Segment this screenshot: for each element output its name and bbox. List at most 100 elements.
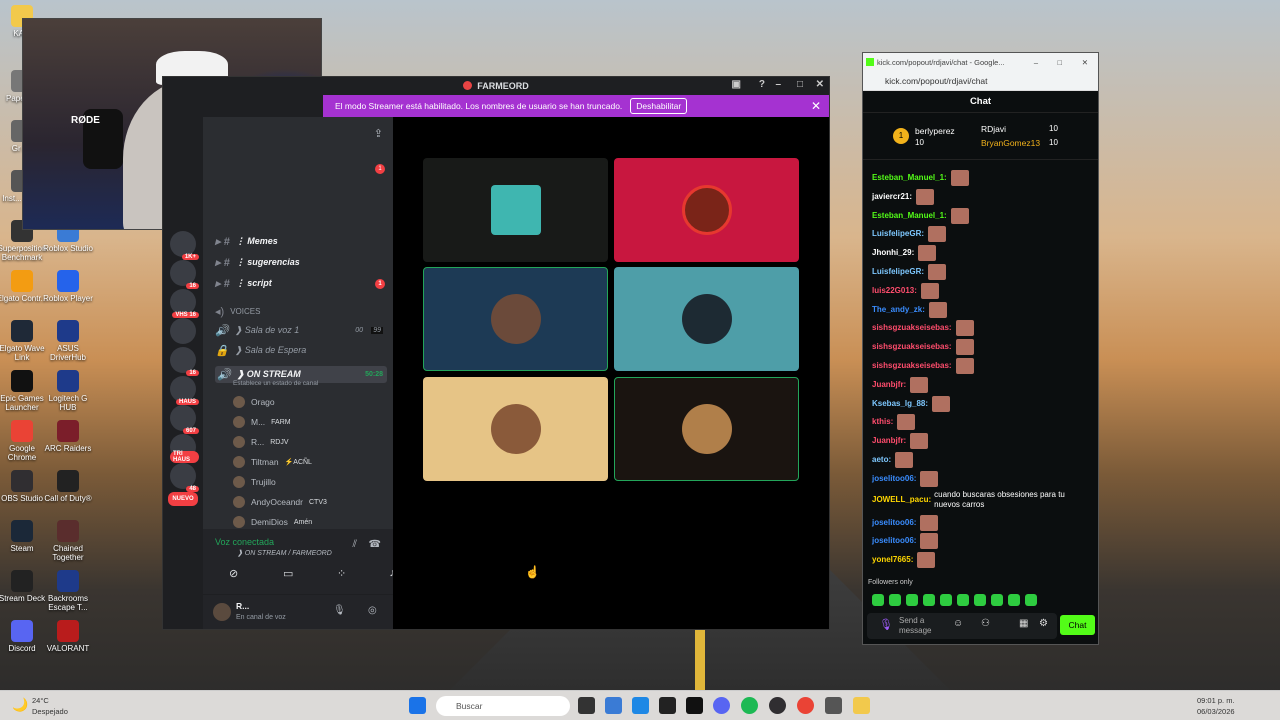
voice-user[interactable]: Tiltman ⚡ACÑL — [233, 456, 312, 468]
emote-icon[interactable] — [974, 594, 986, 606]
server-icon[interactable]: NUEVO — [168, 492, 198, 506]
store-icon[interactable]: ▦ — [1019, 618, 1028, 629]
close-button[interactable]: ✕ — [1082, 58, 1088, 67]
desktop-icon[interactable]: Stream Deck — [0, 570, 48, 603]
participant-tile-speaking[interactable] — [423, 267, 608, 371]
chat-username[interactable]: Jhonhi_29: — [872, 248, 914, 258]
desktop-icon[interactable]: ASUS DriverHub — [42, 320, 94, 362]
desktop-icon[interactable]: Elgato Contr... — [0, 270, 48, 303]
chat-username[interactable]: joselitoo06: — [872, 474, 916, 484]
server-icon[interactable]: TRI HAUS — [170, 434, 199, 463]
chat-username[interactable]: Juanbjfr: — [872, 436, 906, 446]
chat-input[interactable]: 🎙 Send a message ☺ ⚇ ▦ ⚙ — [867, 613, 1057, 639]
server-icon[interactable]: VHS 16 — [170, 289, 199, 318]
emote-icon[interactable] — [957, 594, 969, 606]
maximize-button[interactable]: □ — [1057, 58, 1062, 67]
chat-username[interactable]: Esteban_Manuel_1: — [872, 173, 947, 183]
emote-icon[interactable] — [1025, 594, 1037, 606]
chat-username[interactable]: Ksebas_lg_88: — [872, 399, 928, 409]
channel-sugerencias[interactable]: ▸ # ⋮ sugerencias — [215, 256, 387, 269]
chat-username[interactable]: LuisfelipeGR: — [872, 267, 924, 277]
voice-user[interactable]: Trujillo — [233, 476, 282, 488]
emote-icon[interactable] — [1008, 594, 1020, 606]
chat-username[interactable]: The_andy_zk: — [872, 305, 925, 315]
voice-user[interactable]: R... RDJV — [233, 436, 289, 448]
channel-status-hint[interactable]: Establece un estado de canal — [233, 380, 405, 387]
users-icon[interactable]: ⚇ — [981, 618, 990, 629]
emote-icon[interactable] — [906, 594, 918, 606]
headphones-icon[interactable]: ◎ — [368, 605, 377, 616]
taskbar-search[interactable]: Buscar — [436, 696, 570, 716]
store-icon[interactable] — [632, 697, 649, 714]
participant-tile[interactable] — [423, 158, 608, 262]
desktop-icon[interactable]: OBS Studio — [0, 470, 48, 503]
desktop-icon[interactable]: Backrooms Escape T... — [42, 570, 94, 612]
chat-username[interactable]: sishsgzuakseisebas: — [872, 323, 952, 333]
inbox-icon[interactable]: ▣ — [732, 79, 741, 90]
chat-username[interactable]: sishsgzuakseisebas: — [872, 361, 952, 371]
server-icon[interactable]: 607 — [170, 405, 199, 434]
copilot-icon[interactable] — [605, 697, 622, 714]
server-icon[interactable] — [170, 318, 196, 344]
start-button[interactable] — [409, 697, 426, 714]
participant-tile[interactable] — [423, 377, 608, 481]
desktop-icon[interactable]: Elgato Wave Link — [0, 320, 48, 362]
chat-username[interactable]: Juanbjfr: — [872, 380, 906, 390]
category-voices[interactable]: ◂) VOICES — [215, 305, 387, 318]
emote-icon[interactable] — [940, 594, 952, 606]
desktop-icon[interactable]: Epic Games Launcher — [0, 370, 48, 412]
app-icon[interactable] — [686, 697, 703, 714]
chat-username[interactable]: sishsgzuakseisebas: — [872, 342, 952, 352]
maximize-button[interactable]: □ — [797, 79, 803, 90]
desktop-icon[interactable]: Roblox Player — [42, 270, 94, 303]
obs-icon[interactable] — [769, 697, 786, 714]
emote-icon[interactable] — [872, 594, 884, 606]
chat-username[interactable]: kthis: — [872, 417, 893, 427]
desktop-icon[interactable]: Logitech G HUB — [42, 370, 94, 412]
chat-username[interactable]: JOWELL_pacu: — [872, 495, 931, 505]
send-chat-button[interactable]: Chat — [1060, 615, 1095, 635]
activities-icon[interactable]: ⁘ — [337, 567, 346, 580]
spotify-icon[interactable] — [741, 697, 758, 714]
chrome-icon[interactable] — [797, 697, 814, 714]
avatar[interactable] — [213, 603, 231, 621]
file-explorer-icon[interactable] — [853, 697, 870, 714]
noise-suppression-icon[interactable]: ⫽ — [353, 539, 357, 550]
clock-time[interactable]: 09:01 p. m. — [1197, 696, 1235, 705]
emote-icon[interactable] — [923, 594, 935, 606]
settings-icon[interactable]: ⚙ — [1039, 618, 1048, 629]
microphone-icon[interactable]: 🎙 — [333, 605, 346, 616]
server-icon[interactable]: 16 — [170, 260, 199, 289]
add-member-icon[interactable]: ⇪ — [374, 127, 383, 140]
chat-username[interactable]: javiercr21: — [872, 192, 912, 202]
emote-icon[interactable] — [991, 594, 1003, 606]
weather-desc[interactable]: Despejado — [32, 707, 68, 716]
desktop-icon[interactable]: Call of Duty® — [42, 470, 94, 503]
discord-taskbar-icon[interactable] — [713, 697, 730, 714]
microphone-icon[interactable]: 🎙 — [879, 618, 893, 631]
voice-channel-espera[interactable]: 🔒 ❱ Sala de Espera — [215, 344, 387, 357]
desktop-icon[interactable]: Google Chrome — [0, 420, 48, 462]
voice-user[interactable]: AndyOceandr CTV3 — [233, 496, 327, 508]
voice-user[interactable]: Orago — [233, 396, 281, 408]
participant-tile[interactable] — [614, 267, 799, 371]
participant-tile[interactable] — [614, 158, 799, 262]
desktop-icon[interactable]: Steam — [0, 520, 48, 553]
voice-user[interactable]: DemiDios Amén — [233, 516, 312, 528]
channel-memes[interactable]: ▸ # ⋮ Memes — [215, 235, 387, 248]
address-bar[interactable]: kick.com/popout/rdjavi/chat — [863, 71, 1098, 91]
disconnect-icon[interactable]: ☎ — [369, 539, 381, 550]
chat-username[interactable]: joselitoo06: — [872, 536, 916, 546]
weather-temp[interactable]: 24°C — [32, 696, 49, 705]
server-icon[interactable]: 16 — [170, 347, 199, 376]
channel-script[interactable]: ▸ # ⋮ script 1 — [215, 277, 387, 290]
desktop-icon[interactable]: Chained Together — [42, 520, 94, 562]
chat-username[interactable]: aeto: — [872, 455, 891, 465]
desktop-icon[interactable]: VALORANT — [42, 620, 94, 653]
minimize-button[interactable]: – — [775, 79, 781, 90]
desktop-icon[interactable]: ARC Raiders — [42, 420, 94, 453]
chat-username[interactable]: yonel7665: — [872, 555, 913, 565]
emoji-icon[interactable]: ☺ — [953, 618, 963, 629]
screen-share-icon[interactable]: ▭ — [283, 567, 293, 580]
chat-username[interactable]: Esteban_Manuel_1: — [872, 211, 947, 221]
